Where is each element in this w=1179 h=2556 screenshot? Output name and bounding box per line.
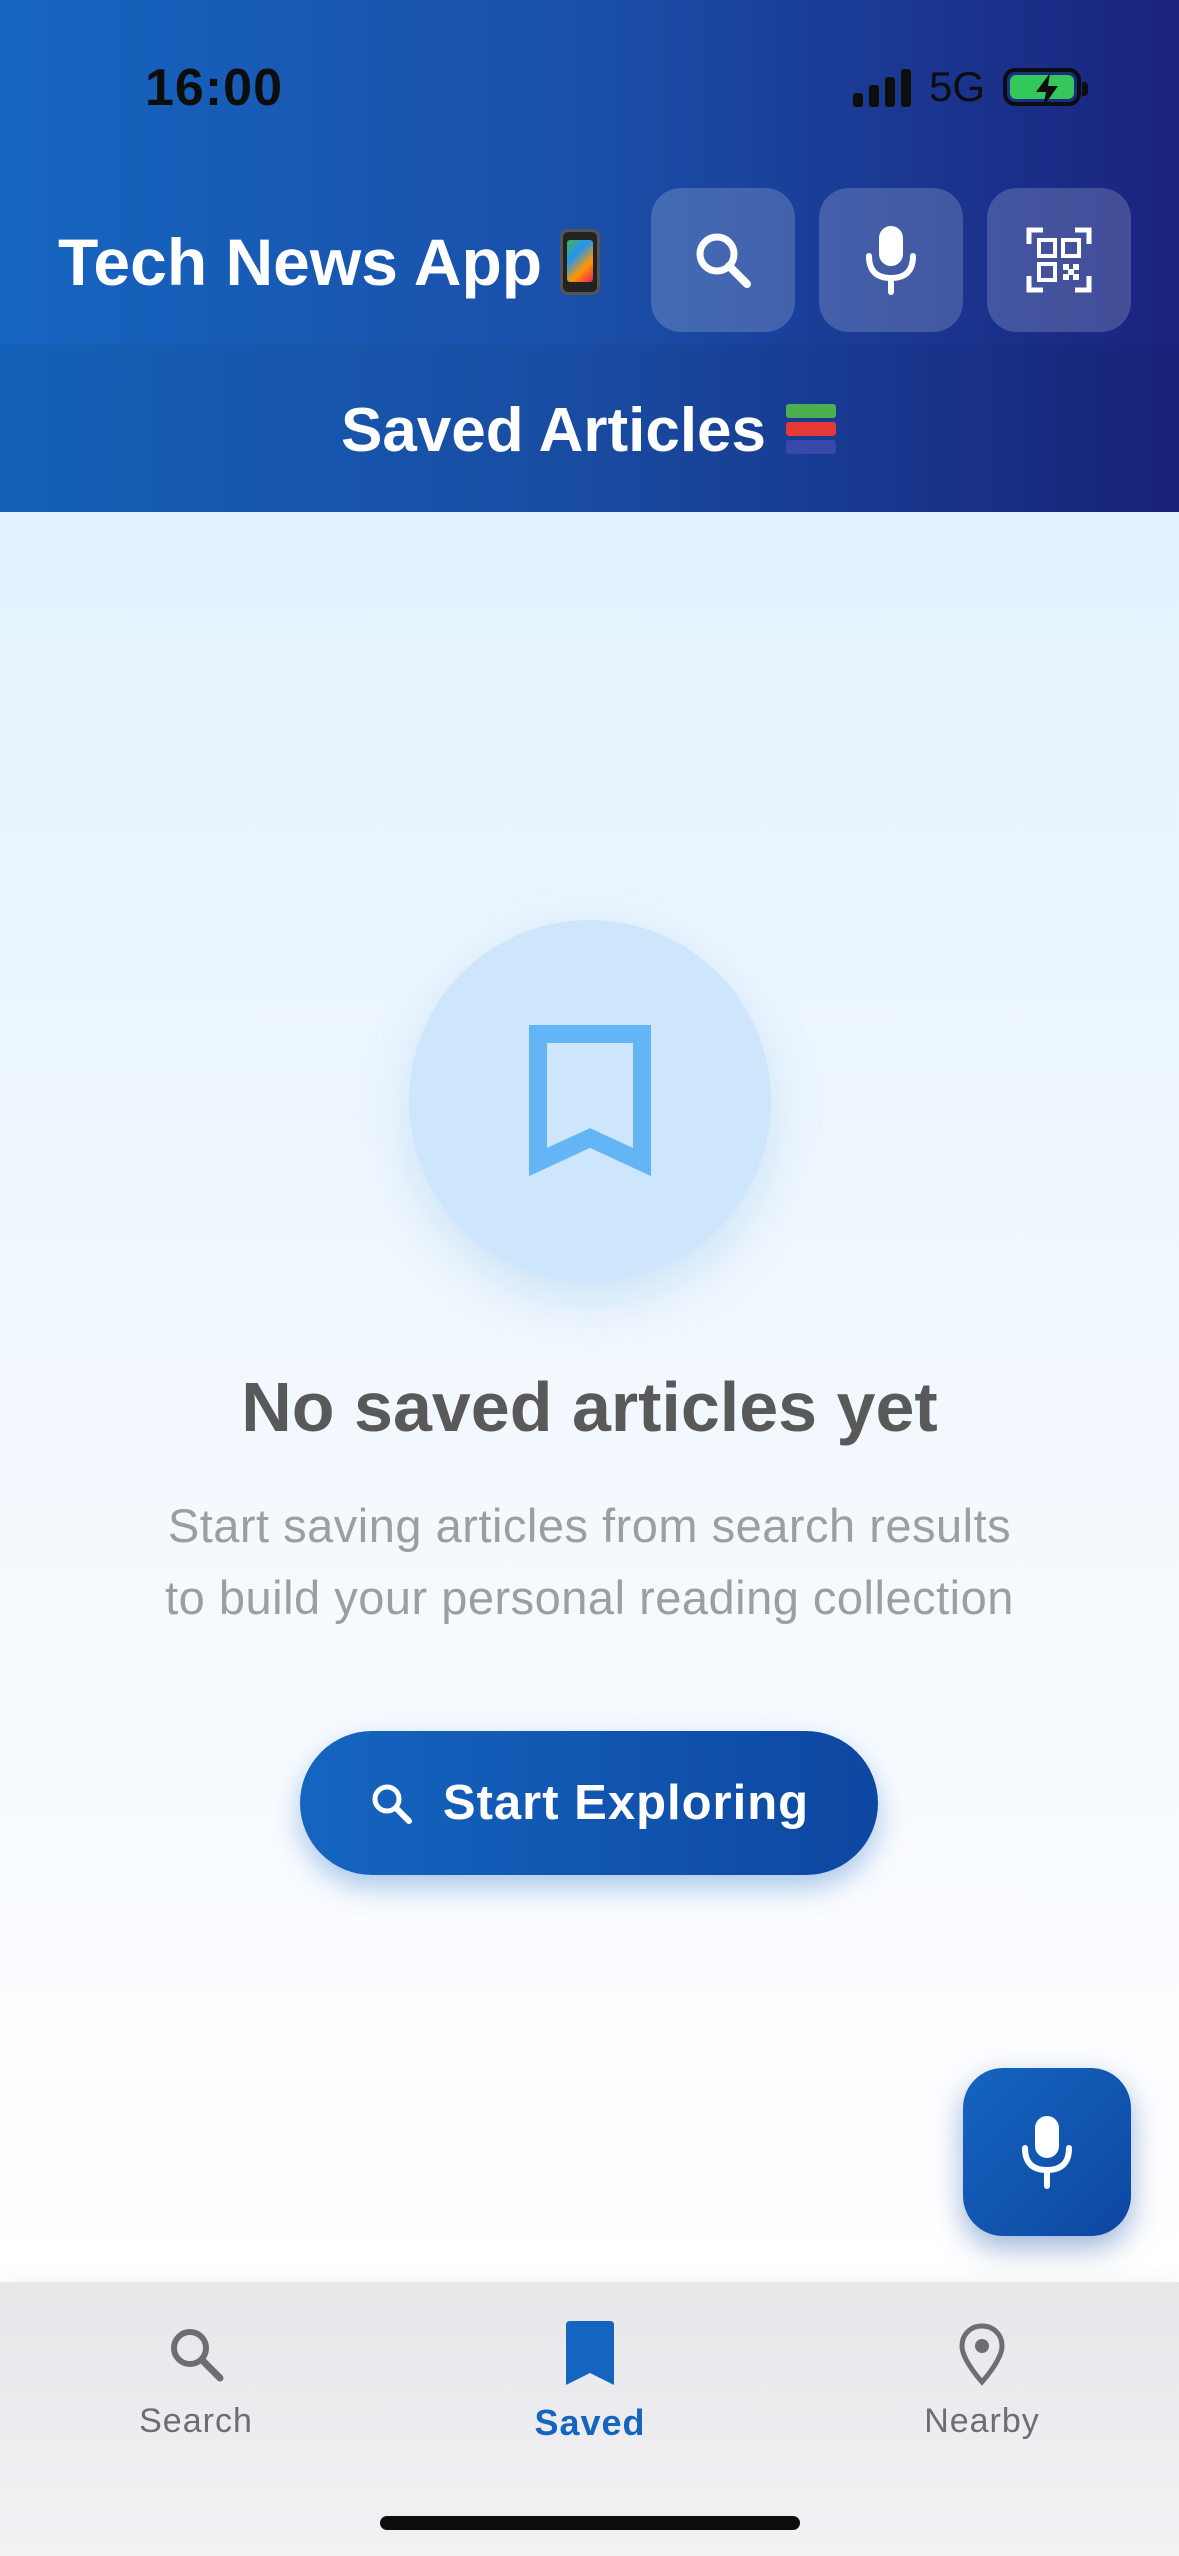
start-exploring-label: Start Exploring: [442, 1776, 810, 1830]
location-pin-icon: [959, 2323, 1005, 2386]
voice-fab-button[interactable]: [963, 2068, 1131, 2236]
search-icon: [171, 2329, 224, 2382]
nav-item-saved[interactable]: Saved: [440, 2310, 740, 2450]
nav-label-search: Search: [139, 2402, 253, 2440]
nav-item-search[interactable]: Search: [46, 2310, 346, 2450]
network-type: 5G: [928, 63, 985, 110]
home-indicator[interactable]: [380, 2516, 800, 2530]
empty-state-title: No saved articles yet: [241, 1368, 938, 1446]
header-qr-scan-button[interactable]: [987, 188, 1131, 332]
status-time: 16:00: [145, 59, 283, 117]
battery-icon: [1003, 68, 1088, 107]
nav-item-nearby[interactable]: Nearby: [832, 2310, 1132, 2450]
mobile-phone-icon: [560, 229, 601, 295]
app-title-text: Tech News App: [58, 225, 543, 299]
books-icon: [782, 402, 838, 458]
start-exploring-button[interactable]: Start Exploring: [300, 1731, 878, 1875]
header-voice-button[interactable]: [819, 188, 963, 332]
section-title: Saved Articles: [0, 388, 1179, 472]
search-icon: [372, 1784, 412, 1824]
nav-label-nearby: Nearby: [924, 2402, 1040, 2440]
signal-icon: [852, 67, 911, 107]
qr-scan-icon: [1026, 227, 1092, 293]
status-indicators: 5G: [852, 62, 1088, 112]
search-icon: [696, 233, 751, 288]
mic-icon: [1022, 2116, 1072, 2189]
bookmark-icon: [566, 2321, 614, 2385]
app-title: Tech News App: [58, 222, 601, 302]
section-title-text: Saved Articles: [340, 395, 767, 465]
header-search-button[interactable]: [651, 188, 795, 332]
screen: 16:00 5G Tech News App Saved Articles No…: [0, 0, 1179, 2556]
mic-icon: [866, 226, 916, 295]
charging-bolt-icon: [1036, 73, 1058, 107]
empty-state-icon-circle: [409, 920, 771, 1282]
bookmark-icon: [529, 1025, 651, 1177]
empty-state-description-line-1: Start saving articles from search result…: [167, 1499, 1012, 1552]
empty-state-description: Start saving articles from search result…: [0, 1490, 1179, 1634]
empty-state-description-line-2: to build your personal reading collectio…: [165, 1571, 1014, 1624]
nav-label-saved: Saved: [534, 2402, 646, 2443]
